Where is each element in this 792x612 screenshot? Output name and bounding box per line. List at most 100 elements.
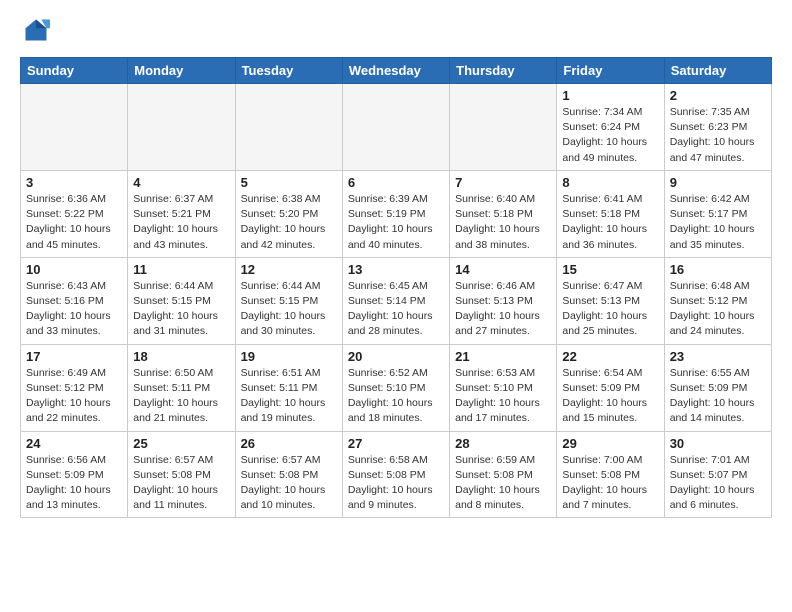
logo-icon [22,16,50,44]
day-cell: 23Sunrise: 6:55 AM Sunset: 5:09 PM Dayli… [664,344,771,431]
day-info: Sunrise: 6:45 AM Sunset: 5:14 PM Dayligh… [348,279,444,340]
day-info: Sunrise: 6:47 AM Sunset: 5:13 PM Dayligh… [562,279,658,340]
day-info: Sunrise: 6:39 AM Sunset: 5:19 PM Dayligh… [348,192,444,253]
day-number: 14 [455,262,551,277]
header [20,16,772,49]
day-number: 9 [670,175,766,190]
week-row-0: 1Sunrise: 7:34 AM Sunset: 6:24 PM Daylig… [21,84,772,171]
day-cell: 21 Sunrise: 6:53 AM Sunset: 5:10 PM Dayli… [450,344,557,431]
day-number: 25 [133,436,229,451]
day-number: 23 [670,349,766,364]
day-info: Sunrise: 6:57 AM Sunset: 5:08 PM Dayligh… [133,453,229,514]
day-cell: 25 Sunrise: 6:57 AM Sunset: 5:08 PM Dayli… [128,431,235,518]
day-info: Sunrise: 7:35 AM Sunset: 6:23 PM Dayligh… [670,105,766,166]
day-number: 26 [241,436,337,451]
day-number: 18 [133,349,229,364]
day-number: 1 [562,88,658,103]
logo [20,16,54,49]
day-number: 12 [241,262,337,277]
day-number: 19 [241,349,337,364]
day-info: Sunrise: 6:59 AM Sunset: 5:08 PM Dayligh… [455,453,551,514]
day-cell [21,84,128,171]
day-info: Sunrise: 6:38 AM Sunset: 5:20 PM Dayligh… [241,192,337,253]
day-number: 20 [348,349,444,364]
day-number: 2 [670,88,766,103]
day-cell: 8 Sunrise: 6:41 AM Sunset: 5:18 PM Daylig… [557,170,664,257]
day-cell: 22 Sunrise: 6:54 AM Sunset: 5:09 PM Dayli… [557,344,664,431]
day-info: Sunrise: 6:42 AM Sunset: 5:17 PM Dayligh… [670,192,766,253]
day-info: Sunrise: 6:54 AM Sunset: 5:09 PM Dayligh… [562,366,658,427]
day-cell: 9 Sunrise: 6:42 AM Sunset: 5:17 PM Daylig… [664,170,771,257]
page: SundayMondayTuesdayWednesdayThursdayFrid… [0,0,792,534]
day-info: Sunrise: 7:01 AM Sunset: 5:07 PM Dayligh… [670,453,766,514]
day-number: 11 [133,262,229,277]
col-header-thursday: Thursday [450,58,557,84]
day-cell: 15 Sunrise: 6:47 AM Sunset: 5:13 PM Dayli… [557,257,664,344]
day-cell [235,84,342,171]
day-cell: 5 Sunrise: 6:38 AM Sunset: 5:20 PM Daylig… [235,170,342,257]
day-cell: 26 Sunrise: 6:57 AM Sunset: 5:08 PM Dayli… [235,431,342,518]
day-cell [128,84,235,171]
day-info: Sunrise: 6:49 AM Sunset: 5:12 PM Dayligh… [26,366,122,427]
day-info: Sunrise: 6:57 AM Sunset: 5:08 PM Dayligh… [241,453,337,514]
day-number: 22 [562,349,658,364]
day-info: Sunrise: 6:51 AM Sunset: 5:11 PM Dayligh… [241,366,337,427]
day-cell: 10 Sunrise: 6:43 AM Sunset: 5:16 PM Dayli… [21,257,128,344]
day-number: 28 [455,436,551,451]
week-row-2: 10 Sunrise: 6:43 AM Sunset: 5:16 PM Dayli… [21,257,772,344]
day-info: Sunrise: 7:00 AM Sunset: 5:08 PM Dayligh… [562,453,658,514]
day-info: Sunrise: 6:50 AM Sunset: 5:11 PM Dayligh… [133,366,229,427]
day-number: 5 [241,175,337,190]
col-header-saturday: Saturday [664,58,771,84]
day-cell: 27 Sunrise: 6:58 AM Sunset: 5:08 PM Dayli… [342,431,449,518]
day-cell: 16Sunrise: 6:48 AM Sunset: 5:12 PM Dayli… [664,257,771,344]
col-header-monday: Monday [128,58,235,84]
col-header-wednesday: Wednesday [342,58,449,84]
col-header-friday: Friday [557,58,664,84]
col-header-sunday: Sunday [21,58,128,84]
day-info: Sunrise: 6:56 AM Sunset: 5:09 PM Dayligh… [26,453,122,514]
day-cell: 24 Sunrise: 6:56 AM Sunset: 5:09 PM Dayli… [21,431,128,518]
calendar: SundayMondayTuesdayWednesdayThursdayFrid… [20,57,772,518]
day-info: Sunrise: 6:36 AM Sunset: 5:22 PM Dayligh… [26,192,122,253]
day-number: 21 [455,349,551,364]
day-number: 6 [348,175,444,190]
day-cell: 3 Sunrise: 6:36 AM Sunset: 5:22 PM Daylig… [21,170,128,257]
day-number: 27 [348,436,444,451]
day-cell: 30 Sunrise: 7:01 AM Sunset: 5:07 PM Dayli… [664,431,771,518]
day-cell: 29 Sunrise: 7:00 AM Sunset: 5:08 PM Dayli… [557,431,664,518]
day-number: 30 [670,436,766,451]
day-cell: 2 Sunrise: 7:35 AM Sunset: 6:23 PM Daylig… [664,84,771,171]
day-cell: 20Sunrise: 6:52 AM Sunset: 5:10 PM Dayli… [342,344,449,431]
day-cell: 7 Sunrise: 6:40 AM Sunset: 5:18 PM Daylig… [450,170,557,257]
day-info: Sunrise: 6:53 AM Sunset: 5:10 PM Dayligh… [455,366,551,427]
calendar-header-row: SundayMondayTuesdayWednesdayThursdayFrid… [21,58,772,84]
day-info: Sunrise: 6:40 AM Sunset: 5:18 PM Dayligh… [455,192,551,253]
day-number: 24 [26,436,122,451]
day-number: 7 [455,175,551,190]
day-info: Sunrise: 6:43 AM Sunset: 5:16 PM Dayligh… [26,279,122,340]
day-number: 8 [562,175,658,190]
day-cell: 28 Sunrise: 6:59 AM Sunset: 5:08 PM Dayli… [450,431,557,518]
day-info: Sunrise: 6:48 AM Sunset: 5:12 PM Dayligh… [670,279,766,340]
day-cell: 13Sunrise: 6:45 AM Sunset: 5:14 PM Dayli… [342,257,449,344]
week-row-4: 24 Sunrise: 6:56 AM Sunset: 5:09 PM Dayli… [21,431,772,518]
day-cell: 14Sunrise: 6:46 AM Sunset: 5:13 PM Dayli… [450,257,557,344]
day-number: 10 [26,262,122,277]
day-cell [450,84,557,171]
day-cell [342,84,449,171]
day-number: 4 [133,175,229,190]
day-number: 15 [562,262,658,277]
day-number: 3 [26,175,122,190]
day-cell: 4Sunrise: 6:37 AM Sunset: 5:21 PM Daylig… [128,170,235,257]
week-row-1: 3 Sunrise: 6:36 AM Sunset: 5:22 PM Daylig… [21,170,772,257]
day-cell: 17 Sunrise: 6:49 AM Sunset: 5:12 PM Dayli… [21,344,128,431]
day-number: 29 [562,436,658,451]
col-header-tuesday: Tuesday [235,58,342,84]
day-info: Sunrise: 6:41 AM Sunset: 5:18 PM Dayligh… [562,192,658,253]
day-number: 17 [26,349,122,364]
day-cell: 18 Sunrise: 6:50 AM Sunset: 5:11 PM Dayli… [128,344,235,431]
day-info: Sunrise: 6:44 AM Sunset: 5:15 PM Dayligh… [241,279,337,340]
day-cell: 6 Sunrise: 6:39 AM Sunset: 5:19 PM Daylig… [342,170,449,257]
day-info: Sunrise: 6:58 AM Sunset: 5:08 PM Dayligh… [348,453,444,514]
